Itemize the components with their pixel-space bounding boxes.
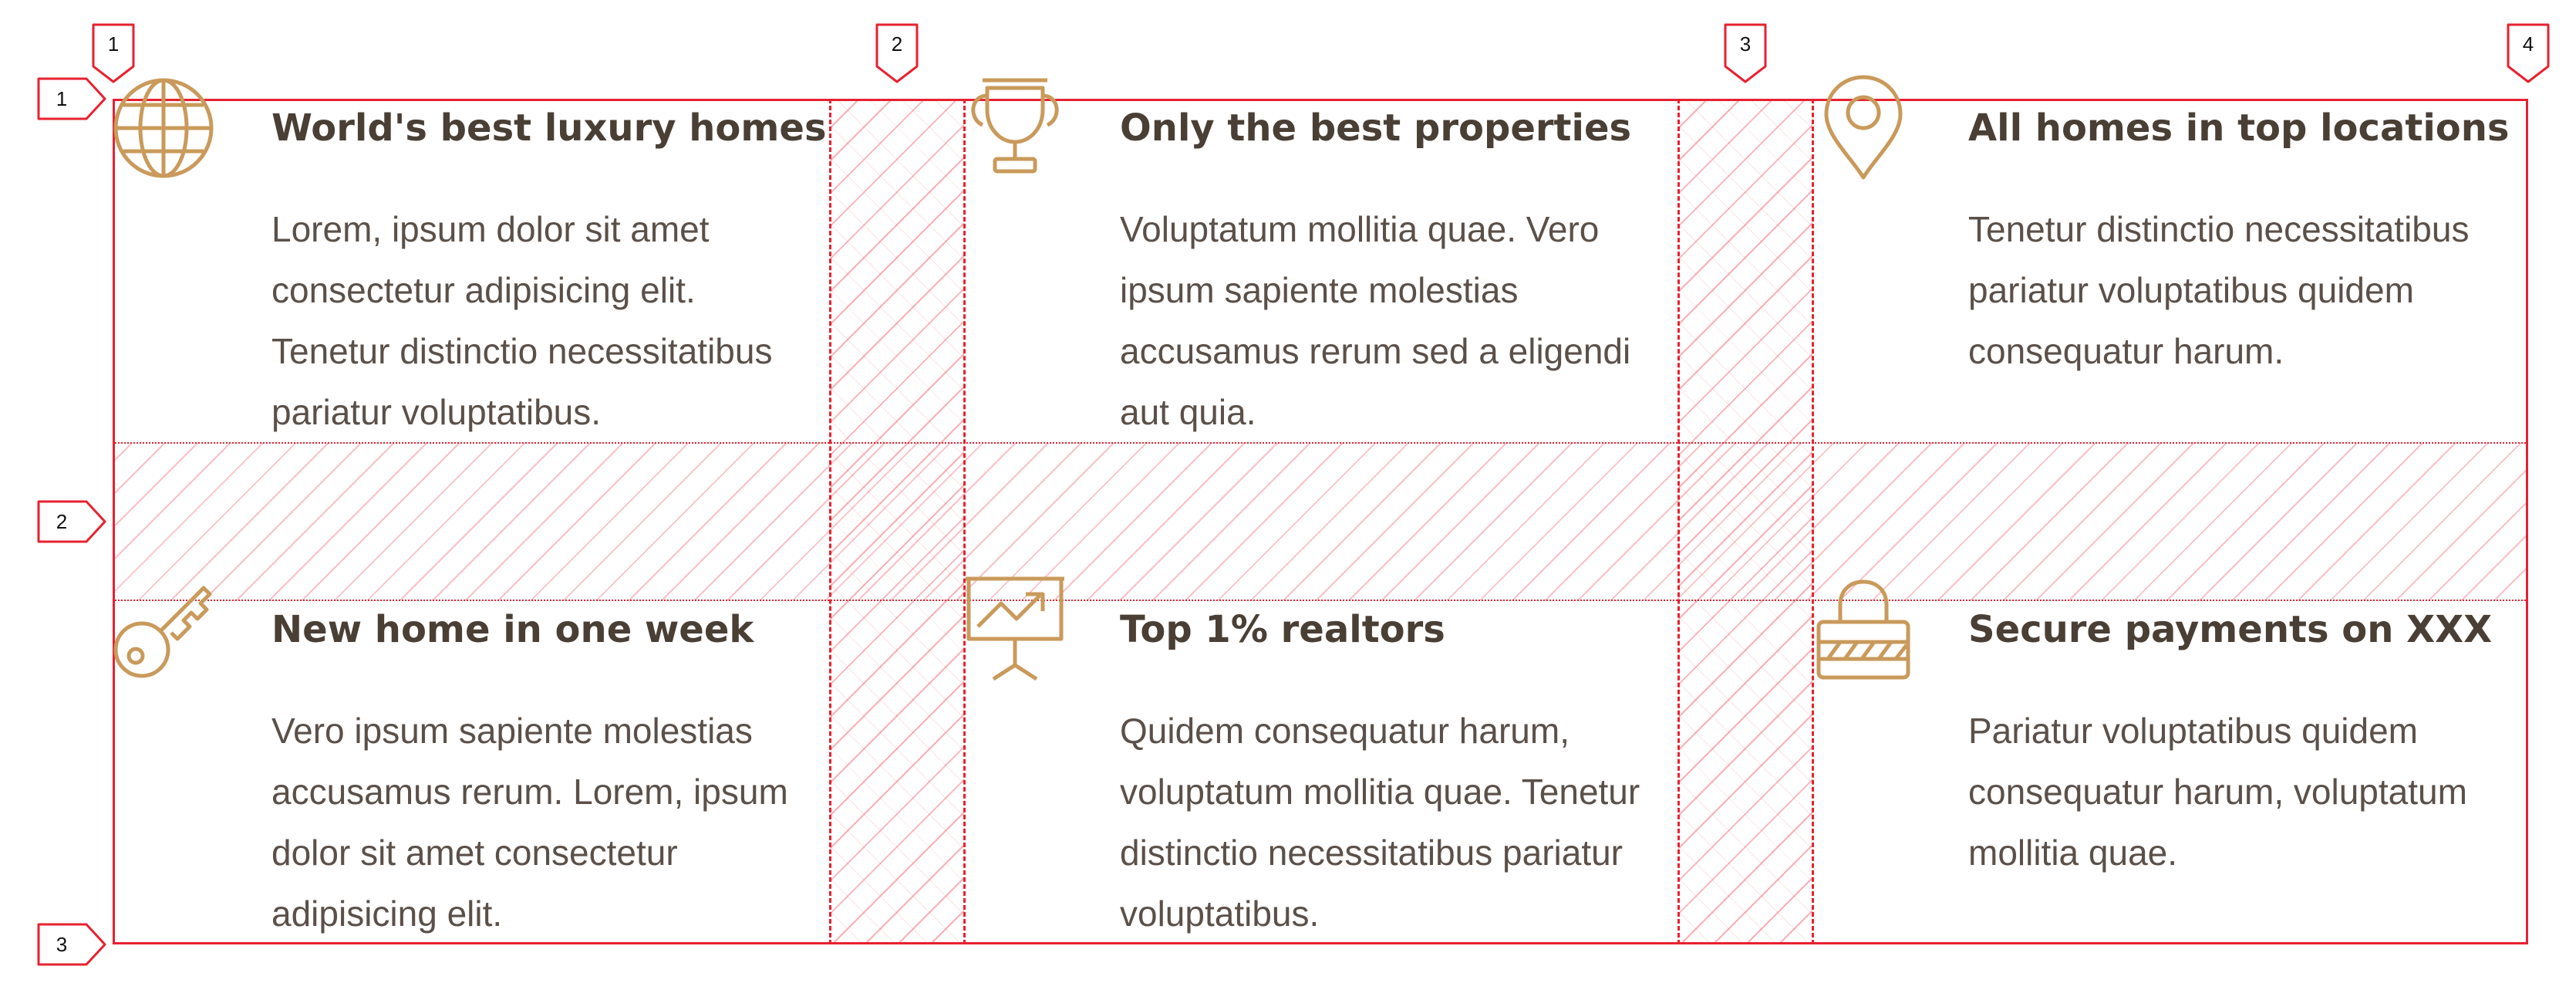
column-marker-label: 3: [1740, 32, 1751, 56]
padlock-icon: [1816, 579, 1910, 680]
column-marker-label: 1: [108, 32, 119, 56]
feature-description: Quidem consequatur harum, voluptatum mol…: [1120, 701, 1814, 944]
feature-description-line: consectetur adipisicing elit.: [271, 270, 696, 310]
column-marker-label: 2: [892, 32, 902, 56]
feature-title: Top 1% realtors: [1120, 608, 1445, 651]
row-marker-label: 2: [56, 510, 67, 533]
feature-description: Lorem, ipsum dolor sit amet consectetur …: [271, 199, 966, 443]
presentation-chart-icon: [966, 576, 1064, 681]
feature-title: Only the best properties: [1120, 106, 1632, 150]
feature-description: Pariatur voluptatibus quidem consequatur…: [1968, 701, 2576, 883]
trophy-icon: [971, 78, 1059, 174]
feature-title: All homes in top locations: [1968, 106, 2510, 150]
feature-description-line: consequatur harum.: [1968, 331, 2284, 371]
feature-description-line: pariatur voluptatibus.: [271, 392, 602, 432]
feature-description-line: Quidem consequatur harum,: [1120, 711, 1570, 751]
feature-description-line: Pariatur voluptatibus quidem: [1968, 711, 2418, 751]
feature-description-line: aut quia.: [1120, 392, 1256, 432]
feature-description: Tenetur distinctio necessitatibus pariat…: [1968, 199, 2576, 382]
row-marker-label: 3: [56, 933, 67, 956]
feature-title: World's best luxury homes: [271, 106, 827, 150]
feature-description-line: adipisicing elit.: [271, 894, 503, 934]
feature-description-line: Lorem, ipsum dolor sit amet: [271, 209, 710, 249]
feature-description-line: pariatur voluptatibus quidem: [1968, 270, 2414, 310]
feature-description-line: Vero ipsum sapiente molestias: [271, 711, 753, 751]
map-pin-icon: [1824, 75, 1903, 180]
column-marker-4: 4: [2507, 23, 2550, 83]
globe-icon: [113, 78, 214, 178]
column-marker-3: 3: [1724, 23, 1767, 83]
row-marker-2: 2: [37, 500, 106, 543]
column-marker-label: 4: [2523, 32, 2534, 56]
feature-description-line: distinctio necessitatibus pariatur: [1120, 833, 1623, 873]
feature-description-line: Voluptatum mollitia quae. Vero: [1120, 209, 1600, 249]
feature-description-line: voluptatum mollitia quae. Tenetur: [1120, 772, 1640, 812]
feature-description-line: accusamus rerum sed a eligendi: [1120, 331, 1631, 371]
feature-title: Secure payments on XXX: [1968, 608, 2493, 651]
row-marker-label: 1: [56, 87, 67, 110]
feature-title: New home in one week: [271, 608, 754, 651]
feature-description: Voluptatum mollitia quae. Vero ipsum sap…: [1120, 199, 1814, 443]
feature-description-line: ipsum sapiente molestias: [1120, 270, 1519, 310]
feature-description-line: Tenetur distinctio necessitatibus: [271, 331, 773, 371]
key-icon: [113, 586, 212, 678]
column-marker-2: 2: [875, 23, 919, 83]
row-marker-3: 3: [37, 923, 106, 966]
feature-description-line: voluptatibus.: [1120, 894, 1320, 934]
feature-description-line: mollitia quae.: [1968, 833, 2178, 873]
feature-description: Vero ipsum sapiente molestias accusamus …: [271, 701, 966, 944]
feature-description-line: consequatur harum, voluptatum: [1968, 772, 2467, 812]
row-marker-1: 1: [37, 77, 106, 120]
feature-description-line: Tenetur distinctio necessitatibus: [1968, 209, 2470, 249]
feature-description-line: dolor sit amet consectetur: [271, 833, 678, 873]
feature-description-line: accusamus rerum. Lorem, ipsum: [271, 772, 788, 812]
